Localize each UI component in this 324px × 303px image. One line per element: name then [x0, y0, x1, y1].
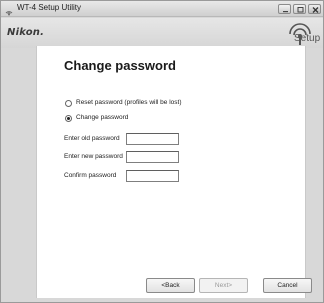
- change-password-radio[interactable]: [65, 115, 72, 122]
- setup-window: WT-4 Setup Utility Nikon. Setup Change p…: [0, 0, 324, 303]
- cancel-button[interactable]: Cancel: [263, 278, 312, 293]
- new-password-label: Enter new password: [64, 153, 123, 160]
- maximize-icon: [297, 7, 304, 13]
- setup-label: Setup: [294, 33, 321, 44]
- old-password-label: Enter old password: [64, 135, 120, 142]
- next-button[interactable]: Next>: [199, 278, 248, 293]
- minimize-icon: [283, 11, 288, 13]
- title-bar[interactable]: WT-4 Setup Utility: [1, 1, 323, 17]
- change-password-label: Change password: [76, 114, 129, 121]
- close-button[interactable]: [308, 4, 321, 14]
- wireless-app-icon: [4, 4, 14, 16]
- maximize-button[interactable]: [293, 4, 306, 14]
- confirm-password-field[interactable]: [126, 170, 179, 182]
- close-icon: [312, 7, 319, 13]
- header-banner: Nikon.: [1, 18, 323, 48]
- brand-logo: Nikon.: [7, 27, 45, 38]
- reset-password-label: Reset password (profiles will be lost): [76, 99, 182, 106]
- reset-password-radio[interactable]: [65, 100, 72, 107]
- page-title: Change password: [64, 58, 176, 73]
- confirm-password-label: Confirm password: [64, 172, 117, 179]
- window-title: WT-4 Setup Utility: [17, 3, 82, 12]
- back-button[interactable]: <Back: [146, 278, 195, 293]
- minimize-button[interactable]: [278, 4, 291, 14]
- old-password-field[interactable]: [126, 133, 179, 145]
- new-password-field[interactable]: [126, 151, 179, 163]
